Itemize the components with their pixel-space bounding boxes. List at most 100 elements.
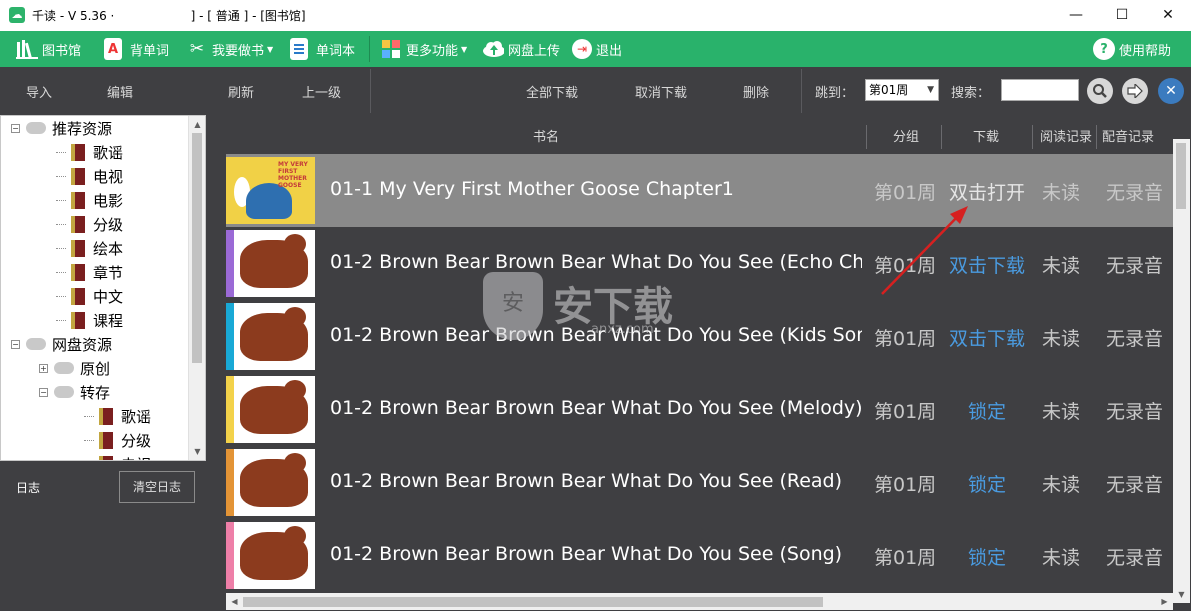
tree-node[interactable]: 课程: [56, 308, 123, 332]
help-button[interactable]: ? 使用帮助: [1093, 31, 1171, 67]
scroll-down-icon[interactable]: ▼: [1173, 586, 1190, 603]
book-icon: [99, 407, 113, 425]
tree-node[interactable]: 电影: [56, 188, 123, 212]
tree-connector: [56, 295, 66, 297]
tree-node-label: 网盘资源: [52, 335, 113, 354]
book-cover-thumbnail: [226, 303, 315, 370]
tree-node-label: 章节: [93, 263, 124, 282]
table-row[interactable]: 01-2 Brown Bear Brown Bear What Do You S…: [226, 519, 1173, 592]
list-scroll-thumb[interactable]: [1176, 143, 1186, 209]
tree-node[interactable]: 歌谣: [84, 404, 151, 428]
dropdown-caret-icon: ▼: [461, 44, 468, 54]
collapse-icon[interactable]: −: [39, 387, 48, 397]
vocab-button[interactable]: A 背单词: [104, 31, 169, 67]
tree-node[interactable]: 绘本: [56, 236, 123, 260]
up-level-button[interactable]: 上一级: [302, 82, 341, 101]
letter-a-icon: A: [104, 38, 122, 60]
edit-button[interactable]: 编辑: [107, 82, 133, 101]
delete-button[interactable]: 删除: [743, 82, 769, 101]
row-read-status: 未读: [1042, 401, 1081, 423]
jump-label: 跳到：: [815, 86, 855, 101]
scroll-up-icon[interactable]: ▲: [189, 116, 205, 133]
more-features-button[interactable]: 更多功能 ▼: [380, 31, 467, 67]
tree-node-label: 推荐资源: [52, 119, 113, 138]
tree-node[interactable]: 电视: [56, 164, 123, 188]
wordbook-button[interactable]: 单词本: [290, 31, 355, 67]
minimize-button[interactable]: —: [1053, 0, 1099, 31]
week-select-value: 第01周: [869, 83, 909, 97]
column-download[interactable]: 下载: [958, 126, 1014, 145]
chevron-down-icon: ▼: [927, 85, 934, 95]
column-dub-record[interactable]: 配音记录: [1096, 126, 1160, 145]
column-divider[interactable]: [866, 125, 867, 149]
import-button[interactable]: 导入: [26, 82, 52, 101]
tree-node[interactable]: − 推荐资源: [11, 116, 112, 140]
clear-log-button[interactable]: 清空日志: [119, 471, 195, 503]
notebook-icon: [290, 38, 308, 60]
column-group[interactable]: 分组: [878, 126, 934, 145]
row-download-status[interactable]: 锁定: [928, 397, 1046, 424]
book-cover-thumbnail: MY VERY FIRST MOTHER GOOSE: [226, 157, 315, 224]
scroll-down-icon[interactable]: ▼: [189, 443, 205, 460]
help-icon: ?: [1093, 38, 1115, 60]
scroll-left-icon[interactable]: ◀: [226, 593, 243, 610]
list-hscroll-thumb[interactable]: [243, 597, 823, 607]
tree-scroll-thumb[interactable]: [192, 133, 202, 363]
tree-connector: [56, 223, 66, 225]
column-divider[interactable]: [941, 125, 942, 149]
row-download-status[interactable]: 双击下载: [928, 324, 1046, 351]
column-name[interactable]: 书名: [516, 126, 576, 145]
log-panel: 日志 清空日志: [0, 461, 206, 611]
row-dub-status: 无录音: [1106, 547, 1164, 569]
books-icon: [16, 38, 38, 60]
list-horizontal-scrollbar[interactable]: ◀ ▶: [226, 593, 1173, 610]
exit-button[interactable]: ⇥ 退出: [572, 31, 622, 67]
header-divider: [370, 69, 371, 113]
book-list: 书名 分组 下载 阅读记录 配音记录 MY VERY FIRST MOTHER …: [206, 115, 1191, 611]
download-all-button[interactable]: 全部下载: [526, 82, 578, 101]
close-button[interactable]: ✕: [1145, 0, 1191, 31]
cloud-upload-button[interactable]: 网盘上传: [482, 31, 560, 67]
book-icon: [71, 167, 85, 185]
column-divider[interactable]: [1032, 125, 1033, 149]
tree-node[interactable]: 章节: [56, 260, 123, 284]
row-dub-status: 无录音: [1106, 401, 1164, 423]
row-download-status[interactable]: 锁定: [928, 470, 1046, 497]
watermark-subtext: anxz.com: [591, 322, 654, 337]
tree-node-label: 电视: [93, 167, 124, 186]
cloud-icon: [54, 362, 74, 374]
cancel-download-button[interactable]: 取消下载: [635, 82, 687, 101]
search-input[interactable]: [1001, 79, 1079, 101]
refresh-button[interactable]: 刷新: [228, 82, 254, 101]
tree-node[interactable]: − 转存: [39, 380, 110, 404]
library-button[interactable]: 图书馆: [16, 31, 81, 67]
tree-node[interactable]: + 原创: [39, 356, 110, 380]
scroll-right-icon[interactable]: ▶: [1156, 593, 1173, 610]
watermark: 安 安下载 anxz.com: [483, 272, 713, 342]
row-week: 第01周: [874, 547, 937, 569]
list-vertical-scrollbar[interactable]: ▼: [1173, 139, 1190, 603]
go-arrow-icon[interactable]: [1122, 78, 1148, 104]
tree-node[interactable]: 歌谣: [56, 140, 123, 164]
tree-node[interactable]: 电视: [84, 452, 151, 460]
dropdown-caret-icon: ▼: [267, 44, 274, 54]
tree-node[interactable]: 分级: [84, 428, 151, 452]
column-read-record[interactable]: 阅读记录: [1036, 126, 1096, 145]
table-row[interactable]: MY VERY FIRST MOTHER GOOSE 01-1 My Very F…: [226, 154, 1173, 227]
maximize-button[interactable]: ☐: [1099, 0, 1145, 31]
clear-search-icon[interactable]: ✕: [1158, 78, 1184, 104]
week-select[interactable]: 第01周 ▼: [865, 79, 939, 101]
collapse-icon[interactable]: −: [11, 123, 20, 133]
table-row[interactable]: 01-2 Brown Bear Brown Bear What Do You S…: [226, 446, 1173, 519]
search-icon[interactable]: [1087, 78, 1113, 104]
collapse-icon[interactable]: −: [11, 339, 20, 349]
category-tree[interactable]: −推荐资源歌谣电视电影分级绘本章节中文课程−网盘资源+原创−转存歌谣分级电视 ▲…: [0, 115, 206, 461]
row-download-status[interactable]: 锁定: [928, 543, 1046, 570]
tree-node[interactable]: 分级: [56, 212, 123, 236]
tree-scrollbar[interactable]: ▲ ▼: [188, 116, 205, 460]
table-row[interactable]: 01-2 Brown Bear Brown Bear What Do You S…: [226, 373, 1173, 446]
make-book-button[interactable]: ✂ 我要做书 ▼: [186, 31, 273, 67]
expand-icon[interactable]: +: [39, 363, 48, 373]
tree-node[interactable]: − 网盘资源: [11, 332, 112, 356]
tree-node[interactable]: 中文: [56, 284, 123, 308]
